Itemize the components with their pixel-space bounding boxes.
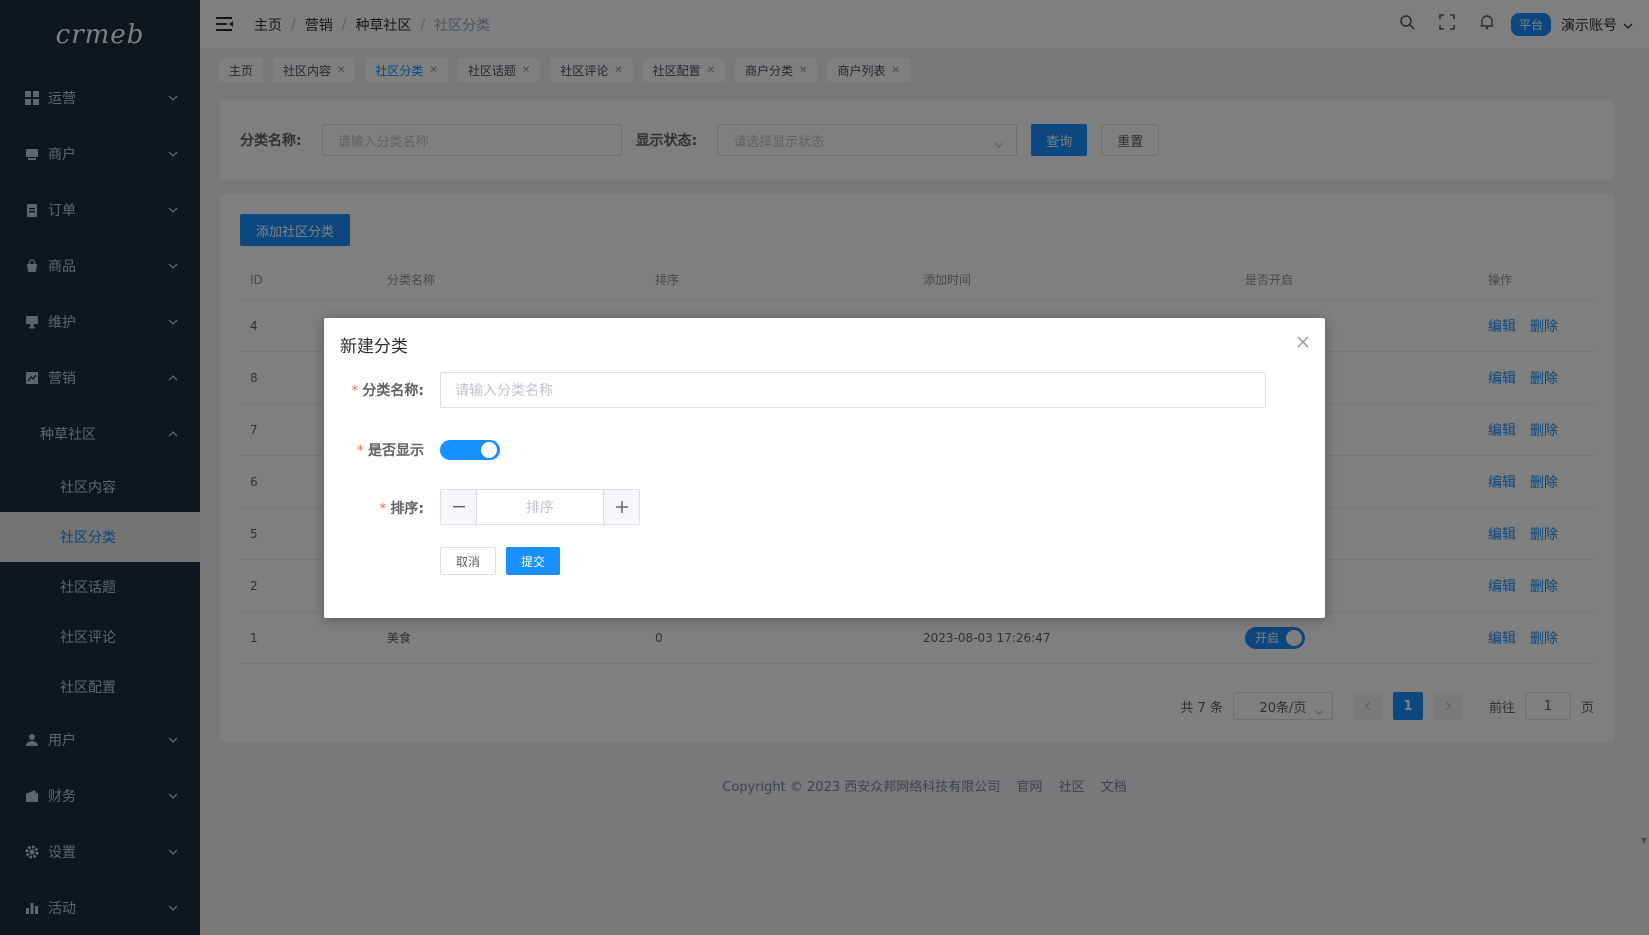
decrement-button[interactable] [441,490,477,524]
dialog-category-name-input[interactable]: 请输入分类名称 [440,372,1266,408]
submit-button[interactable]: 提交 [506,547,561,575]
increment-button[interactable] [603,490,639,524]
new-category-dialog: 新建分类 * 分类名称: 请输入分类名称 * 是否显示 * 排序: 排序 取消 提交 [324,318,1325,618]
switch-knob [481,442,497,458]
show-label-text: 是否显示 [368,443,424,459]
dialog-show-switch[interactable] [440,440,500,460]
required-mark: * [357,443,364,459]
dialog-sort-label: * 排序: [324,498,424,518]
dialog-name-label: * 分类名称: [324,380,424,400]
name-label-text: 分类名称: [362,383,424,399]
sort-stepper: 排序 [440,489,640,525]
dialog-title: 新建分类 [340,337,408,357]
required-mark: * [351,383,359,399]
sort-input[interactable]: 排序 [477,497,603,517]
required-mark: * [379,501,387,517]
close-icon[interactable] [1297,332,1309,353]
cancel-button[interactable]: 取消 [440,547,497,575]
sort-label-text: 排序: [390,501,424,517]
dialog-show-label: * 是否显示 [324,440,424,460]
